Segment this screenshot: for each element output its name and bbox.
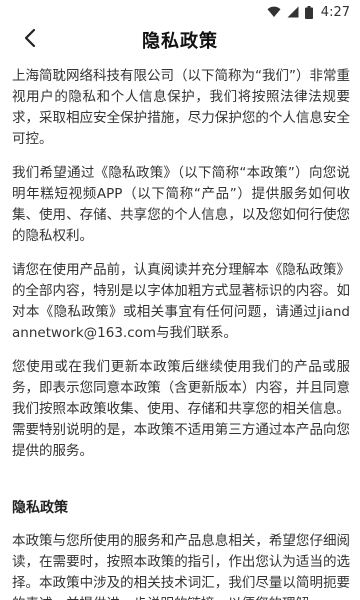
purpose-paragraph: 我们希望通过《隐私政策》（以下简称“本政策”）向您说明年糕短视频APP（以下简称… — [12, 165, 350, 244]
section-heading: 隐私政策 — [12, 500, 68, 516]
signal-icon — [287, 6, 299, 18]
navigation-bar: 隐私政策 — [0, 24, 360, 56]
contact-paragraph: 请您在使用产品前，认真阅读并充分理解本《隐私政策》的全部内容，特别是以字体加粗方… — [12, 262, 350, 341]
status-icons: 4:27 — [267, 5, 350, 20]
chevron-left-icon — [23, 28, 37, 52]
page-title: 隐私政策 — [142, 31, 218, 52]
battery-icon — [304, 5, 313, 19]
status-bar: 4:27 — [0, 0, 360, 24]
consent-paragraph: 您使用或在我们更新本政策后继续使用我们的产品或服务，即表示您同意本政策（含更新版… — [12, 359, 350, 459]
back-button[interactable] — [12, 24, 48, 56]
wifi-icon — [267, 6, 281, 18]
intro-paragraph: 上海简耽网络科技有限公司（以下简称为“我们”）非常重视用户的隐私和个人信息保护，… — [12, 68, 350, 147]
status-time: 4:27 — [320, 4, 350, 20]
policy-content[interactable]: 上海简耽网络科技有限公司（以下简称为“我们”）非常重视用户的隐私和个人信息保护，… — [0, 56, 360, 600]
section-paragraph: 本政策与您所使用的服务和产品息息相关，希望您仔细阅读，在需要时，按照本政策的指引… — [12, 533, 350, 600]
privacy-policy-screen: 4:27 隐私政策 上海简耽网络科技有限公司（以下简称为“我们”）非常重视用户的… — [0, 0, 360, 600]
